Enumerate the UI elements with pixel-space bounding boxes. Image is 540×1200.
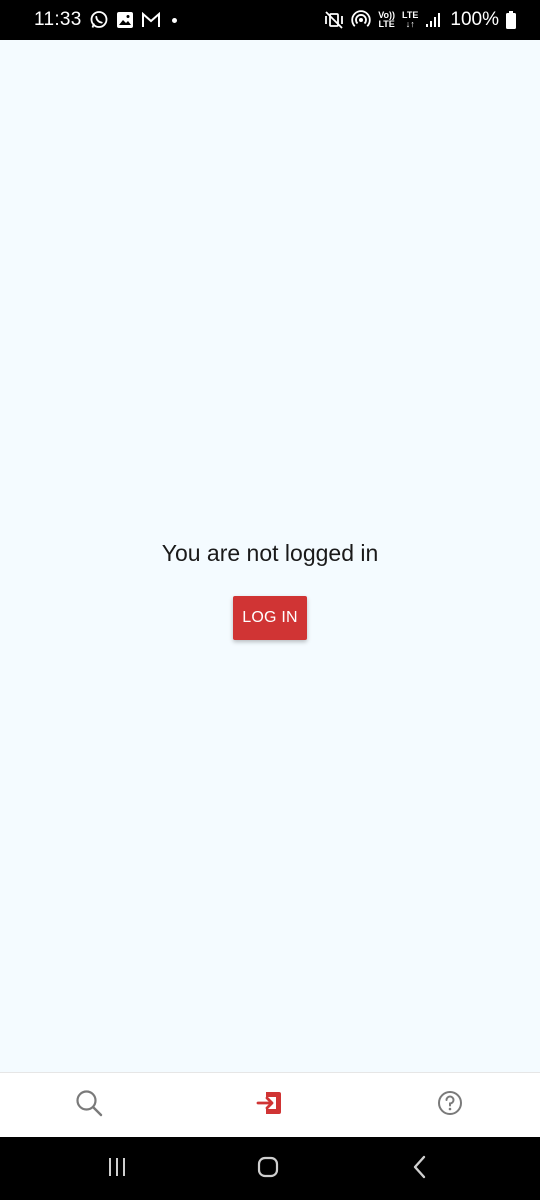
battery-percent: 100%	[450, 9, 499, 30]
main-content: You are not logged in LOG IN	[0, 40, 540, 1072]
login-button[interactable]: LOG IN	[233, 596, 307, 640]
recents-icon	[105, 1156, 129, 1183]
battery-icon	[506, 11, 516, 29]
more-dot-icon	[171, 17, 177, 23]
nav-login-button[interactable]	[254, 1089, 286, 1121]
nav-help-button[interactable]	[434, 1089, 466, 1121]
status-right: Vo)) LTE LTE ↓↑ 100%	[324, 9, 516, 31]
gallery-icon	[116, 11, 134, 29]
lte-bottom-label: ↓↑	[405, 19, 415, 29]
bottom-nav	[0, 1072, 540, 1137]
back-button[interactable]	[405, 1155, 435, 1183]
search-icon	[74, 1088, 104, 1123]
home-icon	[255, 1154, 281, 1185]
whatsapp-icon	[89, 10, 109, 30]
volte-bottom-label: LTE	[378, 19, 395, 29]
system-nav-bar	[0, 1137, 540, 1200]
login-icon	[255, 1088, 285, 1123]
signal-icon	[425, 12, 441, 28]
nav-search-button[interactable]	[73, 1089, 105, 1121]
mute-vibrate-icon	[324, 10, 344, 30]
lte-icon: LTE ↓↑	[402, 11, 418, 29]
status-time: 11:33	[34, 9, 82, 30]
screen: 11:33 Vo)) LTE LTE ↓↑ 100% You are not l…	[0, 0, 540, 1200]
status-bar: 11:33 Vo)) LTE LTE ↓↑ 100%	[0, 0, 540, 40]
volte-icon: Vo)) LTE	[378, 11, 395, 29]
recents-button[interactable]	[102, 1155, 132, 1183]
status-left: 11:33	[34, 9, 177, 31]
back-icon	[408, 1154, 432, 1185]
not-logged-in-message: You are not logged in	[161, 540, 379, 566]
help-icon	[436, 1089, 464, 1122]
hotspot-icon	[351, 10, 371, 30]
home-button[interactable]	[253, 1155, 283, 1183]
gmail-icon	[141, 12, 161, 28]
